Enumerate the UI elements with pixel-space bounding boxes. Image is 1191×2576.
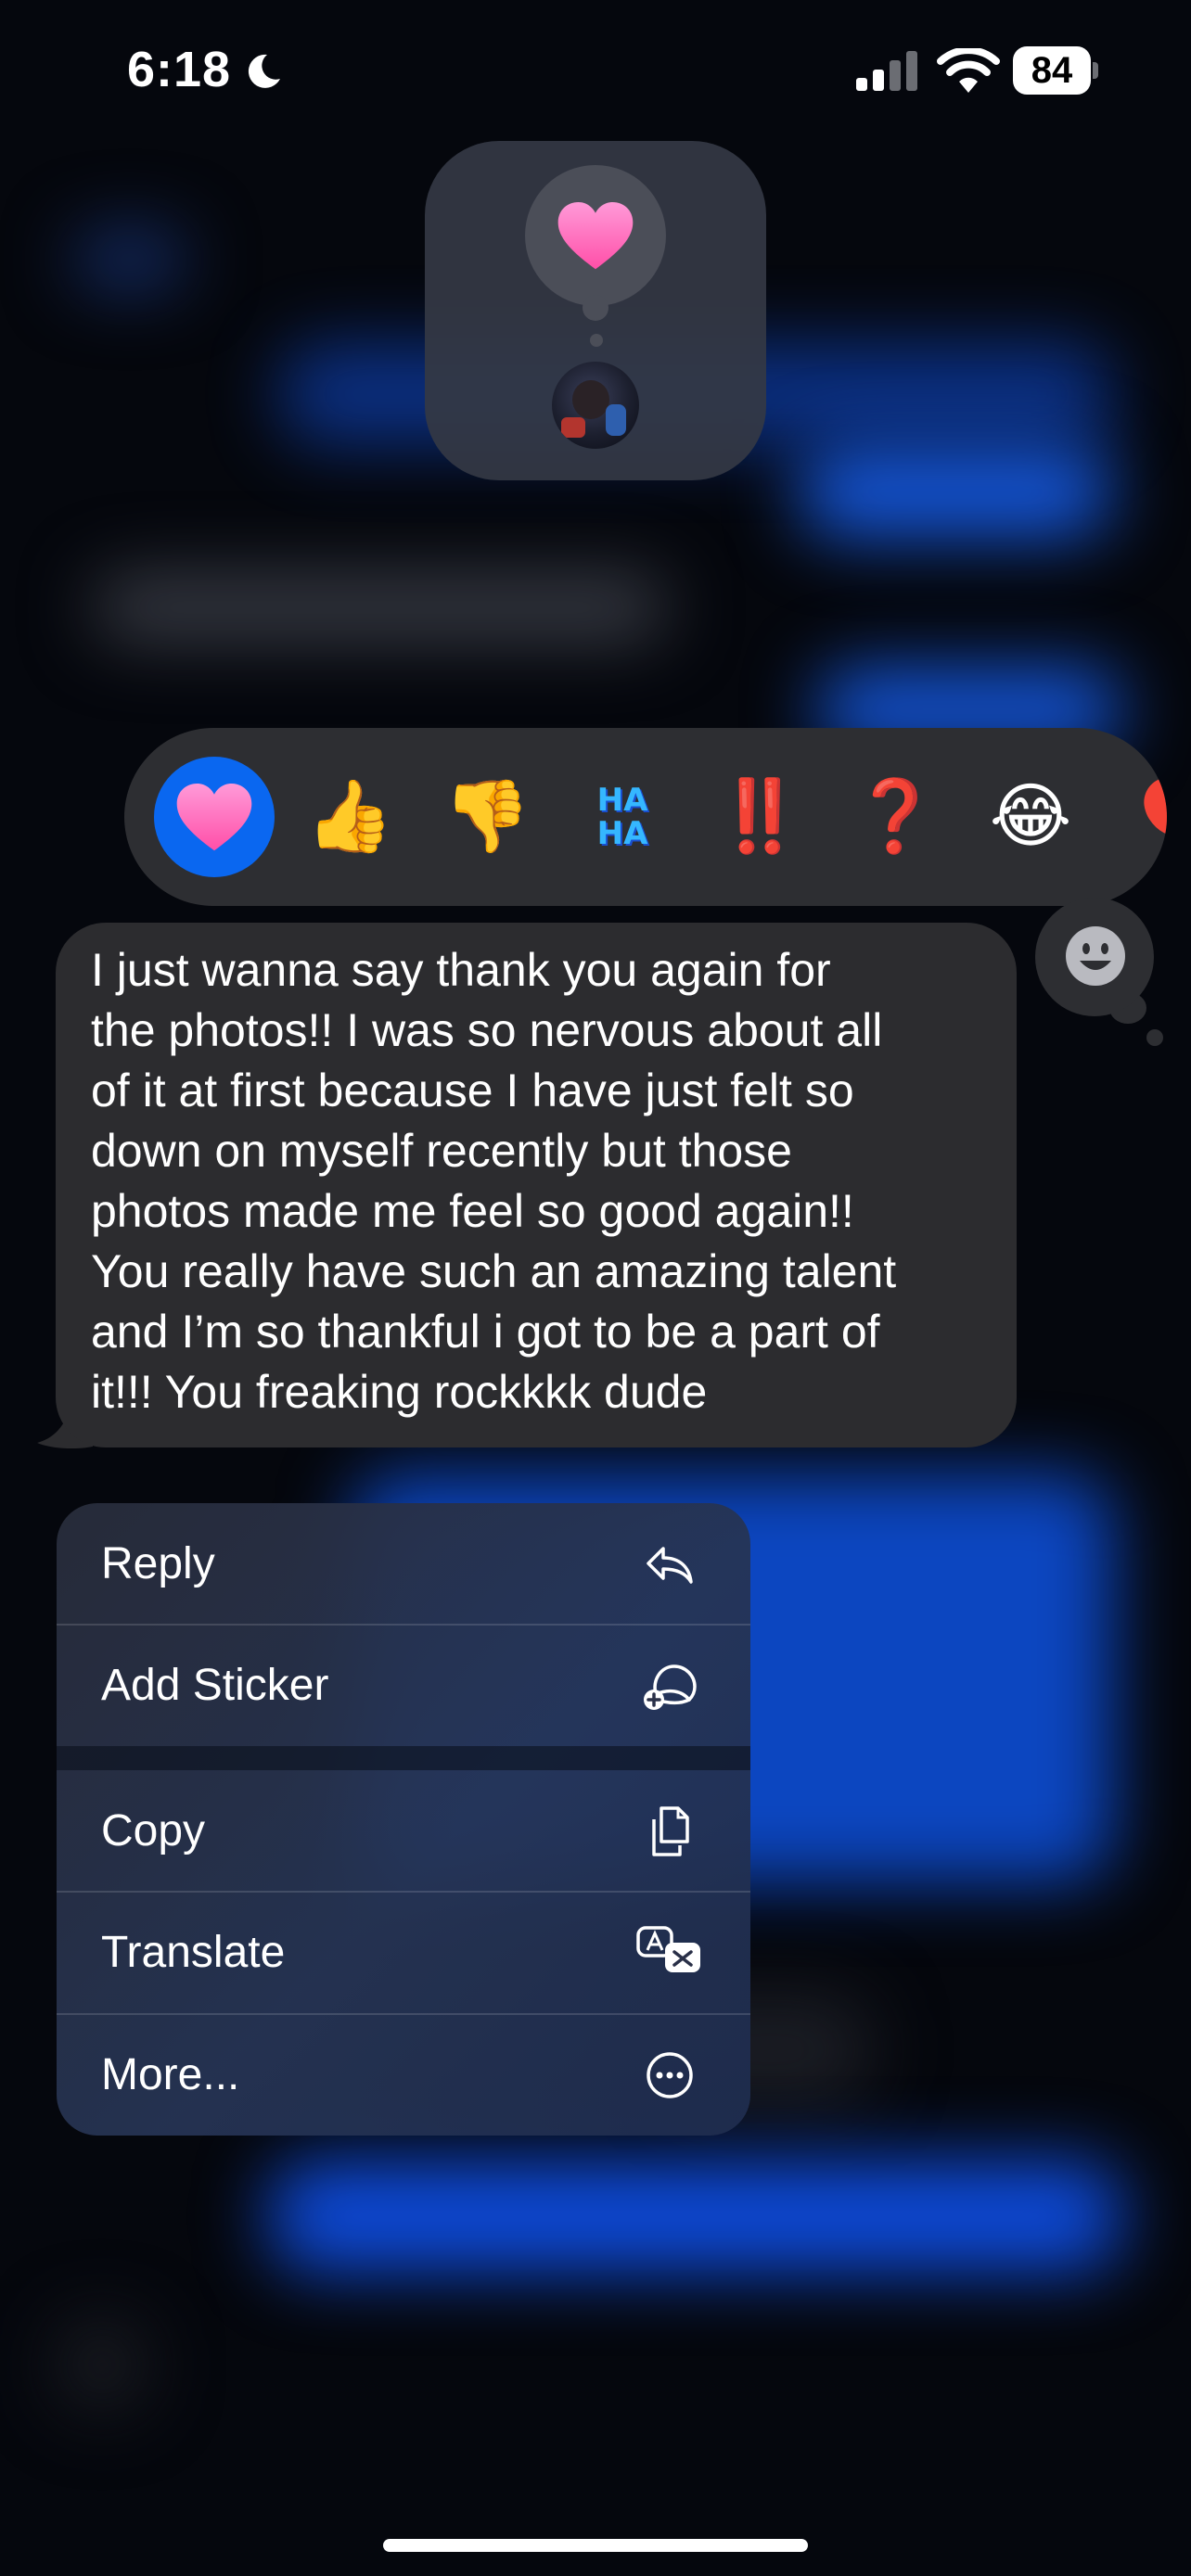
battery-tip — [1093, 62, 1098, 79]
avatar-shape — [561, 417, 585, 438]
tapback-heart-icon[interactable] — [175, 782, 253, 854]
haha-text-bottom: HA — [596, 815, 648, 852]
menu-group-gap — [57, 1746, 750, 1770]
smiley-face-icon — [1066, 926, 1125, 986]
focus-moon-icon — [248, 54, 280, 88]
haha-text-top: HA — [596, 782, 648, 819]
status-time: 6:18 — [127, 42, 232, 97]
battery-level: 84 — [1013, 46, 1091, 95]
copy-icon — [652, 1806, 689, 1856]
emoji-button-tail-dot — [1146, 1029, 1163, 1046]
add-sticker-icon — [644, 1664, 697, 1710]
menu-item-label: Translate — [101, 1928, 286, 1977]
menu-item-label: Reply — [101, 1539, 215, 1588]
menu-item-label: Copy — [101, 1806, 206, 1855]
message-text: I just wanna say thank you again for the… — [91, 944, 897, 1418]
home-indicator[interactable] — [383, 2539, 808, 2552]
battery-indicator: 84 — [1013, 46, 1098, 95]
context-menu: Reply Add Sticker Copy Translate More... — [57, 1503, 750, 2136]
reaction-bubble-tail — [583, 295, 608, 321]
reply-arrow-icon — [647, 1547, 693, 1584]
translate-icon — [636, 1926, 700, 1972]
tapback-laughing-icon[interactable]: 😂 — [970, 757, 1091, 877]
more-ellipsis-icon — [647, 2052, 693, 2098]
cellular-signal-icon — [856, 51, 917, 91]
tapback-haha-icon[interactable]: HA HA — [562, 757, 683, 877]
tapback-thumbs-down-icon[interactable]: 👎 — [427, 757, 547, 877]
wifi-icon — [937, 48, 1000, 93]
avatar-shape — [606, 404, 626, 436]
menu-item-label: Add Sticker — [101, 1661, 329, 1710]
tapback-exclamation-icon[interactable]: ‼️ — [699, 757, 820, 877]
heart-reaction-icon — [557, 202, 634, 270]
reactor-avatar[interactable] — [552, 362, 639, 449]
menu-item-more[interactable]: More... — [57, 2014, 750, 2136]
tapback-balloon-icon[interactable]: 🎈 — [1109, 757, 1167, 877]
tapback-thumbs-up-icon[interactable]: 👍 — [289, 757, 410, 877]
menu-item-add-sticker[interactable]: Add Sticker — [57, 1625, 750, 1746]
menu-item-label: More... — [101, 2050, 240, 2099]
menu-item-translate[interactable]: Translate — [57, 1892, 750, 2013]
status-bar: 6:18 84 — [0, 0, 1191, 139]
menu-item-copy[interactable]: Copy — [57, 1770, 750, 1892]
tapback-question-icon[interactable]: ❓ — [835, 757, 955, 877]
menu-item-reply[interactable]: Reply — [57, 1503, 750, 1625]
avatar-shape — [572, 380, 609, 419]
reaction-bubble-tail-dot — [590, 334, 603, 347]
tapback-bar: 👍 👎 HA HA ‼️ ❓ 😂 🎈 — [124, 728, 1167, 906]
